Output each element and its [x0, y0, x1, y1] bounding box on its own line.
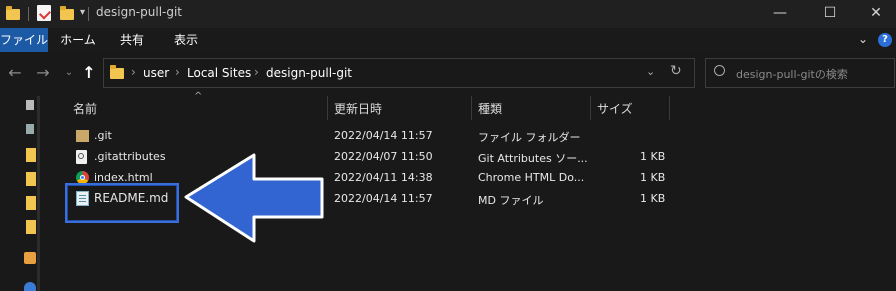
column-header-name[interactable]: 名前: [73, 100, 97, 117]
file-row[interactable]: .git 2022/04/14 11:57 ファイル フォルダー: [66, 126, 686, 147]
minimize-button[interactable]: —: [760, 2, 800, 24]
properties-icon[interactable]: [37, 5, 52, 21]
column-divider[interactable]: [669, 96, 670, 120]
folder-icon: [76, 130, 89, 142]
folder-icon[interactable]: [26, 196, 36, 210]
up-arrow-icon[interactable]: ↑: [78, 62, 100, 84]
folder-icon[interactable]: [26, 220, 36, 234]
breadcrumb-local-sites[interactable]: Local Sites: [187, 66, 251, 80]
breadcrumb-separator: ›: [131, 65, 136, 79]
file-size: 1 KB: [640, 192, 666, 205]
gear-file-icon: [76, 150, 87, 164]
file-type: Chrome HTML Do...: [478, 171, 585, 184]
highlight-box: [65, 183, 179, 223]
file-size: 1 KB: [640, 171, 666, 184]
title-bar: ▾ design-pull-git — ☐ ✕: [0, 0, 896, 28]
breadcrumb-separator: ›: [254, 65, 259, 79]
search-placeholder: design-pull-gitの検索: [736, 68, 848, 81]
column-header-type[interactable]: 種類: [478, 100, 502, 117]
file-name: .gitattributes: [94, 150, 166, 163]
divider: [28, 7, 29, 21]
address-dropdown-icon[interactable]: ⌄: [646, 65, 655, 78]
column-divider[interactable]: [327, 96, 328, 120]
search-box[interactable]: design-pull-gitの検索: [705, 58, 895, 88]
file-modified: 2022/04/14 11:57: [334, 129, 433, 142]
address-bar[interactable]: › user › Local Sites › design-pull-git ⌄…: [103, 58, 695, 88]
maximize-button[interactable]: ☐: [810, 2, 850, 24]
new-folder-icon[interactable]: [60, 6, 74, 20]
tab-file[interactable]: ファイル: [0, 28, 48, 52]
column-divider[interactable]: [590, 96, 591, 120]
folder-icon[interactable]: [26, 172, 36, 186]
expand-ribbon-icon[interactable]: ⌄: [858, 32, 868, 46]
file-name: .git: [94, 129, 112, 142]
column-divider[interactable]: [471, 96, 472, 120]
file-modified: 2022/04/11 14:38: [334, 171, 433, 184]
search-icon: [714, 65, 725, 76]
quick-access-dropdown-icon[interactable]: ▾: [80, 7, 85, 18]
file-modified: 2022/04/07 11:50: [334, 150, 433, 163]
pane-item-icon[interactable]: [26, 100, 34, 110]
pane-scrollbar[interactable]: [37, 96, 40, 291]
folder-icon[interactable]: [26, 148, 36, 162]
breadcrumb-user[interactable]: user: [143, 66, 169, 80]
tab-home[interactable]: ホーム: [56, 28, 100, 52]
folder-icon: [110, 65, 124, 79]
help-icon[interactable]: ?: [878, 33, 892, 47]
forward-arrow-icon[interactable]: →: [32, 62, 54, 84]
cloud-icon[interactable]: [24, 282, 36, 291]
app-icon[interactable]: [24, 252, 36, 264]
window-title: design-pull-git: [96, 5, 183, 19]
column-header-size[interactable]: サイズ: [597, 100, 633, 117]
file-type: ファイル フォルダー: [478, 131, 581, 144]
file-type: MD ファイル: [478, 194, 544, 207]
file-size: 1 KB: [640, 150, 666, 163]
ribbon-tabs: ファイル ホーム 共有 表示 ⌄ ?: [0, 28, 896, 52]
breadcrumb-separator: ›: [175, 65, 180, 79]
file-type: Git Attributes ソー...: [478, 152, 588, 165]
recent-locations-icon[interactable]: ⌄: [58, 62, 80, 84]
file-modified: 2022/04/14 11:57: [334, 192, 433, 205]
column-header-modified[interactable]: 更新日時: [334, 100, 382, 117]
close-button[interactable]: ✕: [856, 2, 896, 24]
breadcrumb-design-pull-git[interactable]: design-pull-git: [266, 66, 352, 80]
tab-share[interactable]: 共有: [112, 28, 152, 52]
arrow-annotation-icon: [184, 153, 324, 243]
refresh-icon[interactable]: ↻: [670, 63, 682, 79]
divider: [88, 7, 89, 21]
back-arrow-icon[interactable]: ←: [4, 62, 26, 84]
folder-icon: [6, 6, 20, 20]
tab-view[interactable]: 表示: [164, 28, 208, 52]
sort-indicator-icon: ^: [194, 91, 203, 102]
file-row[interactable]: .gitattributes 2022/04/07 11:50 Git Attr…: [66, 147, 686, 168]
pane-item-icon[interactable]: [26, 124, 34, 134]
